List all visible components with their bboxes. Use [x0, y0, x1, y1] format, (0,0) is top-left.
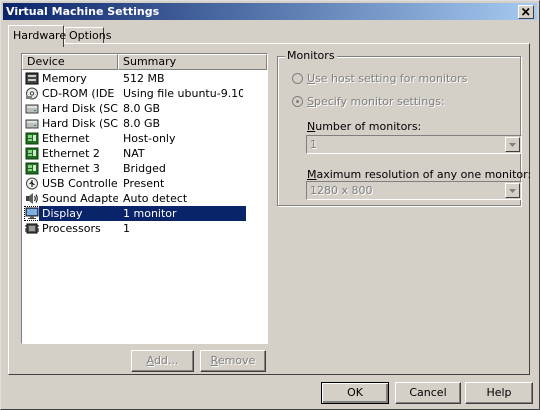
list-header: Device Summary [22, 54, 267, 70]
device-summary: 512 MB [123, 72, 165, 85]
cancel-button[interactable]: Cancel [395, 382, 461, 404]
device-name: Ethernet 3 [42, 162, 100, 175]
help-button[interactable]: Help [465, 382, 533, 404]
column-header-device[interactable]: Device [22, 54, 118, 70]
device-row-display[interactable]: Display 1 monitor [22, 206, 246, 221]
specify-monitor-radio[interactable] [292, 96, 303, 107]
device-name: Hard Disk (SCSI... [42, 102, 118, 115]
device-summary: 8.0 GB [123, 102, 161, 115]
device-summary: Using file ubuntu-9.10-de... [123, 87, 243, 100]
column-header-summary[interactable]: Summary [118, 54, 267, 70]
device-row-ethernet-3[interactable]: Ethernet 3 Bridged [22, 161, 245, 176]
specify-monitor-label: Specify monitor settings: [307, 95, 445, 108]
device-row-usb-controller[interactable]: USB Controller Present [22, 176, 245, 191]
max-resolution-value: 1280 x 800 [310, 184, 373, 197]
device-row-ethernet-2[interactable]: Ethernet 2 NAT [22, 146, 245, 161]
tab-hardware-label: Hardware [13, 29, 67, 42]
number-of-monitors-select[interactable]: 1 [306, 135, 522, 154]
num-monitors-mnemonic: N [307, 120, 316, 133]
device-name: Processors [42, 222, 101, 235]
use-host-setting-label: Use host setting for monitors [307, 72, 467, 85]
device-name: Ethernet [42, 132, 90, 145]
num-monitors-label-post: umber of monitors: [315, 120, 422, 133]
memory-icon [25, 72, 39, 85]
device-summary: NAT [123, 147, 145, 160]
display-icon [24, 206, 40, 221]
device-name: Hard Disk (SCSI... [42, 117, 118, 130]
dialog-window: Virtual Machine Settings Hardware Option… [0, 0, 540, 410]
hard-disk-icon [25, 117, 39, 130]
add-button-label-post: dd... [153, 354, 179, 367]
device-row-hard-disk-scsi[interactable]: Hard Disk (SCSI... 8.0 GB [22, 116, 245, 131]
device-row-sound-adapter[interactable]: Sound Adapter Auto detect [22, 191, 245, 206]
specify-mnemonic: S [307, 95, 314, 108]
max-resolution-label: Maximum resolution of any one monitor: [307, 168, 531, 181]
device-name: Display [39, 206, 122, 221]
chevron-down-icon [509, 143, 516, 147]
add-button-mnemonic: A [146, 354, 154, 367]
max-res-label-post: aximum resolution of any one monitor: [316, 168, 532, 181]
device-summary: Present [123, 177, 165, 190]
add-button[interactable]: Add... [131, 350, 194, 372]
device-name: Ethernet 2 [42, 147, 100, 160]
device-summary: 8.0 GB [123, 117, 161, 130]
device-name: Sound Adapter [42, 192, 118, 205]
chevron-down-icon [509, 189, 516, 193]
remove-button-mnemonic: R [210, 354, 218, 367]
tab-hardware[interactable]: Hardware [8, 25, 67, 47]
device-summary: Host-only [123, 132, 176, 145]
device-summary: 1 monitor [123, 207, 177, 220]
use-host-setting-radio[interactable] [292, 73, 303, 84]
max-resolution-dropdown-button[interactable] [505, 183, 520, 198]
network-adapter-icon [25, 162, 39, 175]
use-host-label-post: se host setting for monitors [315, 72, 468, 85]
window-title: Virtual Machine Settings [6, 5, 160, 18]
device-rows: Memory 512 MB CD-ROM (IDE 1... Using file u… [22, 71, 267, 236]
use-host-mnemonic: U [307, 72, 316, 85]
device-row-processors[interactable]: Processors 1 [22, 221, 245, 236]
tab-options-label: Options [69, 29, 112, 42]
device-list[interactable]: Device Summary Memory512 MBCD-ROM (IDE 1… [21, 53, 268, 344]
device-row-memory[interactable]: Memory 512 MB [22, 71, 245, 86]
remove-button[interactable]: Remove [200, 350, 266, 372]
device-row-hard-disk-scsi[interactable]: Hard Disk (SCSI... 8.0 GB [22, 101, 245, 116]
hard-disk-icon [25, 102, 39, 115]
max-resolution-select[interactable]: 1280 x 800 [306, 181, 522, 200]
max-res-mnemonic: M [307, 168, 317, 181]
network-adapter-icon [25, 132, 39, 145]
speaker-icon [25, 192, 39, 205]
hardware-tab-panel: Device Summary Memory512 MBCD-ROM (IDE 1… [8, 43, 531, 375]
number-of-monitors-label: Number of monitors: [307, 120, 421, 133]
device-name: USB Controller [42, 177, 118, 190]
device-name: Memory [42, 72, 87, 85]
device-summary: Auto detect [123, 192, 188, 205]
number-of-monitors-dropdown-button[interactable] [505, 137, 520, 152]
network-adapter-icon [25, 147, 39, 160]
device-row-cd-rom-ide-1[interactable]: CD-ROM (IDE 1... Using file ubuntu-9.10-d… [22, 86, 245, 101]
specify-label-post: pecify monitor settings: [313, 95, 445, 108]
close-button[interactable] [518, 5, 534, 19]
ok-button[interactable]: OK [321, 382, 389, 404]
number-of-monitors-value: 1 [310, 138, 317, 151]
monitors-group-title: Monitors [285, 49, 337, 63]
monitors-group: Monitors Use host setting for monitors S… [277, 49, 531, 206]
device-name: CD-ROM (IDE 1... [42, 87, 118, 100]
remove-button-label-post: emove [217, 354, 256, 367]
device-summary: 1 [123, 222, 130, 235]
device-summary: Bridged [123, 162, 166, 175]
processor-icon [25, 222, 39, 235]
title-bar[interactable]: Virtual Machine Settings [3, 3, 537, 20]
device-row-ethernet[interactable]: Ethernet Host-only [22, 131, 245, 146]
cdrom-icon [25, 87, 39, 100]
close-icon [521, 7, 530, 16]
radio-selected-dot [296, 100, 299, 103]
usb-icon [25, 177, 39, 190]
